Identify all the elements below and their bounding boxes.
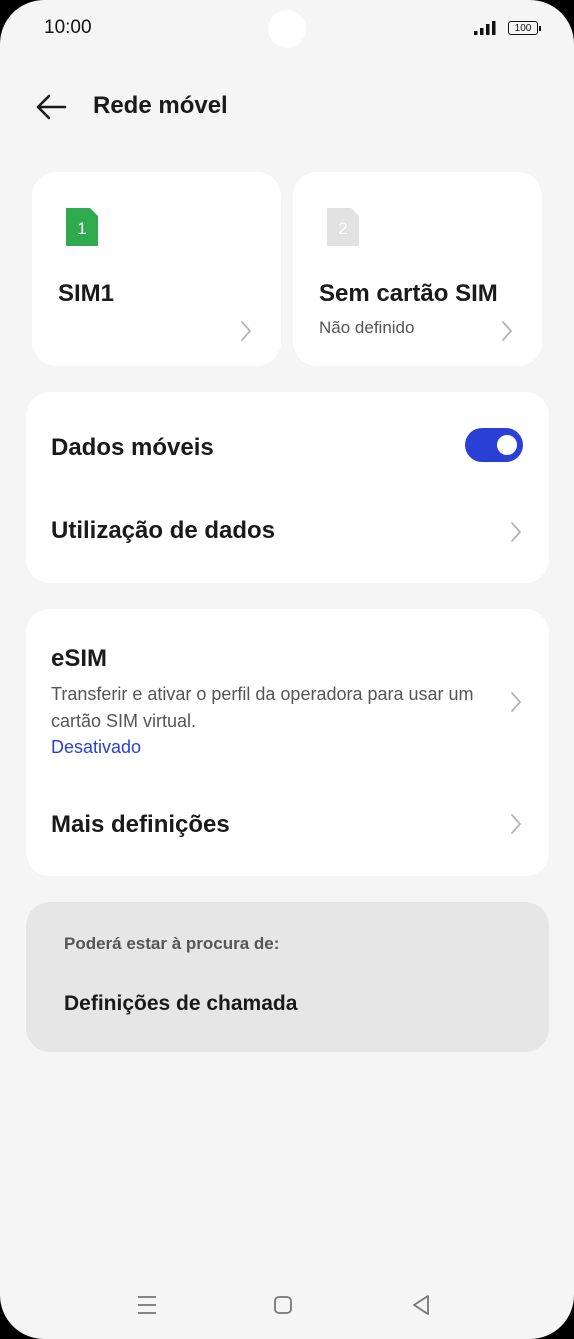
signal-icon (474, 21, 496, 35)
navigation-bar (0, 1290, 574, 1320)
esim-card: eSIM Transferir e ativar o perfil da ope… (26, 609, 549, 876)
sim2-subtitle: Não definido (319, 318, 415, 337)
mobile-data-row[interactable]: Dados móveis (26, 392, 549, 497)
chevron-right-icon (511, 522, 522, 542)
chevron-right-icon (511, 814, 522, 834)
esim-row[interactable]: eSIM Transferir e ativar o perfil da ope… (26, 609, 549, 779)
more-settings-row[interactable]: Mais definições (26, 779, 549, 876)
status-time: 10:00 (44, 17, 92, 38)
back-arrow-icon[interactable] (34, 92, 68, 122)
sim2-name: Sem cartão SIM (319, 280, 498, 307)
esim-title: eSIM (51, 645, 108, 672)
menu-icon[interactable] (132, 1290, 162, 1320)
home-square-icon[interactable] (268, 1290, 298, 1320)
app-bar: Rede móvel (0, 80, 574, 136)
chevron-right-icon (511, 692, 522, 712)
page-title: Rede móvel (93, 92, 228, 119)
status-bar: 10:00 100 (0, 0, 574, 60)
sim-card-icon: 2 (327, 208, 359, 246)
sim-card-icon: 1 (66, 208, 98, 246)
battery-level: 100 (514, 23, 532, 34)
sim2-card[interactable]: 2 Sem cartão SIM Não definido (293, 172, 542, 366)
mobile-data-toggle[interactable] (465, 428, 523, 462)
chevron-right-icon (502, 321, 513, 341)
suggestions-label: Poderá estar à procura de: (64, 934, 280, 953)
svg-text:2: 2 (338, 219, 347, 238)
mobile-data-label: Dados móveis (51, 434, 214, 461)
more-settings-label: Mais definições (51, 811, 230, 838)
suggestions-card: Poderá estar à procura de: Definições de… (26, 902, 549, 1052)
sim1-card[interactable]: 1 SIM1 (32, 172, 281, 366)
sim1-name: SIM1 (58, 280, 115, 307)
suggestion-call-settings[interactable]: Definições de chamada (64, 992, 297, 1016)
chevron-right-icon (241, 321, 252, 341)
back-triangle-icon[interactable] (406, 1290, 436, 1320)
toggle-knob (497, 435, 517, 455)
phone-screen: 10:00 100 Rede móvel 1 SIM1 2 Sem cartão… (0, 0, 574, 1339)
data-usage-row[interactable]: Utilização de dados (26, 497, 549, 583)
battery-icon: 100 (508, 21, 541, 35)
front-camera (268, 10, 306, 48)
svg-text:1: 1 (77, 219, 86, 238)
esim-status: Desativado (51, 737, 142, 757)
esim-description: Transferir e ativar o perfil da operador… (51, 684, 474, 731)
mobile-data-card: Dados móveis Utilização de dados (26, 392, 549, 583)
data-usage-label: Utilização de dados (51, 517, 276, 544)
